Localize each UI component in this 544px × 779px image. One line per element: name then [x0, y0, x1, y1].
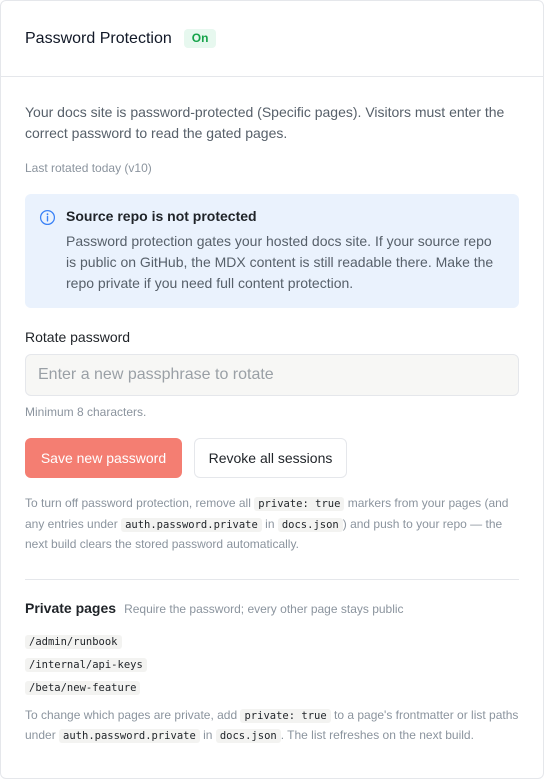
docs-json-code: docs.json	[277, 517, 343, 532]
alert-title: Source repo is not protected	[66, 208, 257, 224]
card-header: Password Protection On	[1, 1, 543, 77]
auth-password-private-code: auth.password.private	[59, 729, 200, 743]
rotate-password-label: Rotate password	[25, 329, 131, 345]
note-text: in	[199, 728, 216, 742]
private-page-path: /internal/api-keys	[25, 657, 147, 672]
private-page-path: /admin/runbook	[25, 634, 122, 649]
revoke-all-sessions-button[interactable]: Revoke all sessions	[194, 438, 347, 478]
note-text: in	[261, 516, 278, 531]
change-private-pages-note: To change which pages are private, add p…	[25, 706, 519, 747]
save-new-password-button[interactable]: Save new password	[25, 438, 182, 478]
alert-text: Password protection gates your hosted do…	[66, 233, 494, 291]
rotate-password-input[interactable]	[25, 354, 519, 396]
list-item: /beta/new-feature	[25, 678, 519, 701]
note-text: To turn off password protection, remove …	[25, 496, 255, 510]
private-pages-header: Private pages Require the password; ever…	[25, 600, 519, 616]
note-text: . The list refreshes on the next build.	[280, 728, 474, 742]
note-text: To change which pages are private, add	[25, 707, 241, 722]
private-pages-list: /admin/runbook /internal/api-keys /beta/…	[25, 632, 519, 701]
last-rotated-text: Last rotated today (v10)	[25, 161, 152, 175]
alert-content: Source repo is not protected Password pr…	[66, 208, 503, 294]
password-protection-card: Password Protection On Your docs site is…	[0, 0, 544, 779]
section-divider	[25, 578, 519, 580]
list-item: /admin/runbook	[25, 632, 519, 655]
turn-off-note: To turn off password protection, remove …	[25, 494, 519, 555]
card-body: Your docs site is password-protected (Sp…	[1, 77, 543, 747]
private-true-code: private: true	[240, 708, 331, 723]
password-hint: Minimum 8 characters.	[25, 405, 147, 419]
status-badge: On	[183, 29, 217, 48]
private-true-code: private: true	[254, 497, 345, 511]
info-icon	[39, 209, 56, 226]
private-page-path: /beta/new-feature	[25, 680, 141, 695]
action-buttons: Save new password Revoke all sessions	[25, 438, 519, 478]
private-pages-subtitle: Require the password; every other page s…	[124, 601, 404, 616]
docs-json-code: docs.json	[215, 729, 281, 743]
protection-description: Your docs site is password-protected (Sp…	[25, 104, 505, 141]
source-repo-alert: Source repo is not protected Password pr…	[25, 194, 519, 308]
list-item: /internal/api-keys	[25, 655, 519, 678]
auth-password-private-code: auth.password.private	[121, 517, 262, 532]
private-pages-title: Private pages	[25, 599, 117, 616]
card-title: Password Protection	[25, 29, 172, 47]
